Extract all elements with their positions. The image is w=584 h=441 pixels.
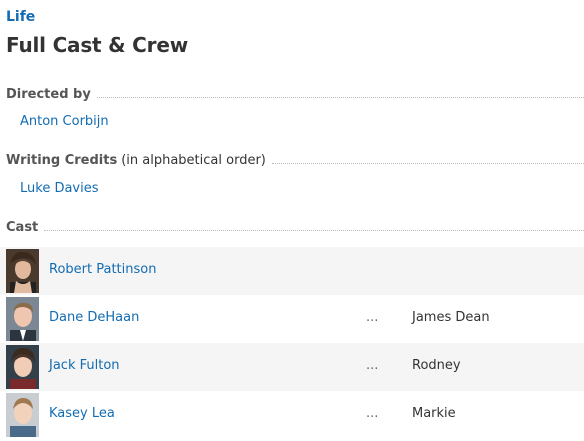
- writing-credits-header: Writing Credits (in alphabetical order): [6, 151, 584, 169]
- writing-credits-heading: Writing Credits: [6, 152, 118, 168]
- ellipsis: ...: [366, 310, 379, 325]
- ellipsis: ...: [366, 358, 379, 373]
- section-divider: [44, 229, 584, 231]
- ellipsis: ...: [366, 406, 379, 421]
- directed-by-header: Directed by: [6, 85, 584, 103]
- writer-link[interactable]: Luke Davies: [20, 181, 99, 196]
- cast-heading: Cast: [6, 219, 39, 235]
- actor-link[interactable]: Dane DeHaan: [49, 310, 139, 325]
- actor-photo[interactable]: [6, 249, 39, 293]
- director-link[interactable]: Anton Corbijn: [20, 114, 109, 129]
- page-title: Full Cast & Crew: [6, 33, 188, 57]
- directed-by-heading: Directed by: [6, 86, 91, 102]
- cast-row: Jack Fulton ... Rodney: [0, 343, 584, 391]
- actor-link[interactable]: Kasey Lea: [49, 406, 115, 421]
- cast-row: Dane DeHaan ... James Dean: [0, 295, 584, 343]
- cast-row: Robert Pattinson: [0, 247, 584, 295]
- character-name: Markie: [412, 406, 456, 421]
- actor-link[interactable]: Jack Fulton: [49, 358, 120, 373]
- character-name: Rodney: [412, 358, 461, 373]
- movie-title-link[interactable]: Life: [6, 9, 35, 25]
- actor-link[interactable]: Robert Pattinson: [49, 262, 156, 277]
- writing-credits-subheading: (in alphabetical order): [121, 152, 266, 168]
- cast-header: Cast: [6, 218, 584, 236]
- cast-row: Kasey Lea ... Markie: [0, 391, 584, 439]
- section-divider: [96, 96, 584, 98]
- section-divider: [271, 162, 584, 164]
- actor-photo[interactable]: [6, 297, 39, 341]
- actor-photo[interactable]: [6, 345, 39, 389]
- character-name: James Dean: [412, 310, 490, 325]
- actor-photo[interactable]: [6, 393, 39, 437]
